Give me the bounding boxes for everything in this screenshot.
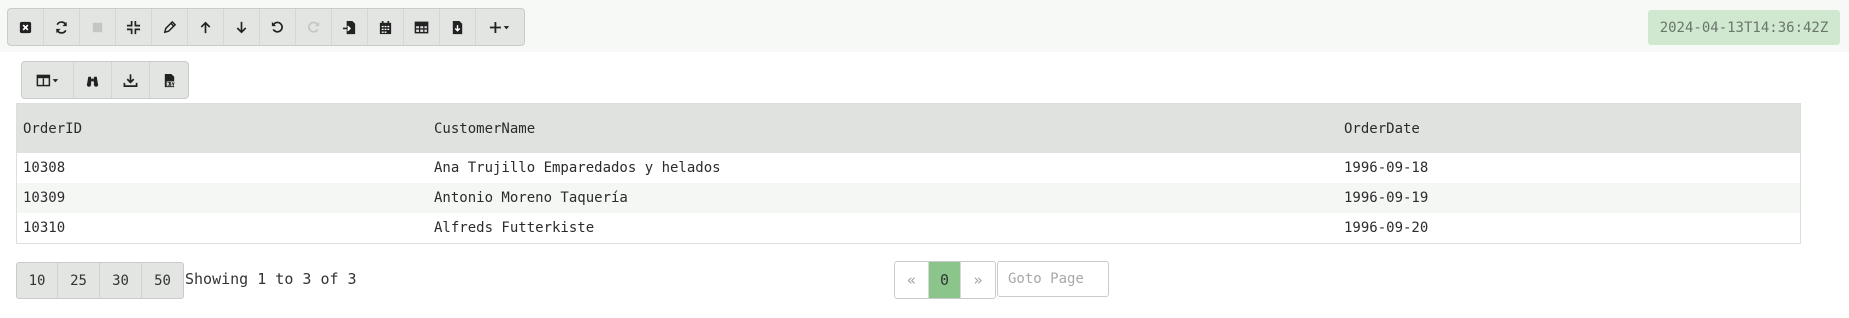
page-size-10-button[interactable]: 10 — [17, 263, 58, 298]
compress-icon — [126, 20, 141, 34]
cell-orderdate[interactable]: 1996-09-18 — [1338, 160, 1800, 176]
cell-customername[interactable]: Ana Trujillo Emparedados y helados — [428, 160, 1338, 176]
columns-menu-button[interactable] — [22, 62, 74, 98]
pencil-icon — [163, 20, 177, 33]
edit-button[interactable] — [152, 9, 188, 45]
column-header-orderdate[interactable]: OrderDate — [1338, 121, 1800, 137]
cell-orderid[interactable]: 10310 — [17, 220, 428, 236]
calendar-button[interactable] — [368, 9, 404, 45]
move-down-button[interactable] — [224, 9, 260, 45]
pagination: « 0 » — [894, 261, 996, 299]
page-size-25-button[interactable]: 25 — [58, 263, 100, 298]
redo-button[interactable] — [296, 9, 332, 45]
cell-customername[interactable]: Antonio Moreno Taquería — [428, 190, 1338, 206]
move-up-button[interactable] — [188, 9, 224, 45]
refresh-icon — [56, 20, 67, 34]
file-download-icon — [452, 20, 463, 34]
table-row[interactable]: 10310 Alfreds Futterkiste 1996-09-20 — [17, 213, 1800, 243]
calendar-icon — [379, 20, 392, 34]
showing-count-text: Showing 1 to 3 of 3 — [185, 270, 357, 288]
redo-icon — [308, 21, 320, 33]
page-size-selector: 10 25 30 50 — [16, 262, 184, 299]
column-header-customername[interactable]: CustomerName — [428, 121, 1338, 137]
table-row[interactable]: 10308 Ana Trujillo Emparedados y helados… — [17, 153, 1800, 183]
stop-button[interactable] — [80, 9, 116, 45]
csv-export-button[interactable] — [150, 62, 188, 98]
table-icon — [414, 21, 429, 33]
arrow-up-icon — [200, 21, 211, 33]
cell-orderid[interactable]: 10309 — [17, 190, 428, 206]
top-bar: 2024-04-13T14:36:42Z — [0, 0, 1849, 52]
import-button[interactable] — [332, 9, 368, 45]
main-toolbar — [7, 8, 525, 46]
table-toolbar — [21, 61, 189, 99]
cell-orderdate[interactable]: 1996-09-19 — [1338, 190, 1800, 206]
page-size-50-button[interactable]: 50 — [142, 263, 183, 298]
prev-page-button[interactable]: « — [895, 262, 929, 298]
table-button[interactable] — [404, 9, 440, 45]
add-dropdown-icon — [489, 21, 510, 33]
add-menu-button[interactable] — [476, 9, 524, 45]
goto-page-input[interactable] — [997, 261, 1109, 297]
undo-button[interactable] — [260, 9, 296, 45]
grid-header-row: OrderID CustomerName OrderDate — [17, 104, 1800, 153]
download-button[interactable] — [112, 62, 150, 98]
current-page-button[interactable]: 0 — [929, 262, 961, 298]
data-grid: OrderID CustomerName OrderDate 10308 Ana… — [16, 103, 1801, 244]
next-page-button[interactable]: » — [961, 262, 995, 298]
cell-orderid[interactable]: 10308 — [17, 160, 428, 176]
download-icon — [123, 73, 138, 87]
close-icon — [19, 21, 32, 33]
find-button[interactable] — [74, 62, 112, 98]
status-timestamp: 2024-04-13T14:36:42Z — [1648, 10, 1840, 45]
cell-customername[interactable]: Alfreds Futterkiste — [428, 220, 1338, 236]
csv-file-icon — [164, 73, 176, 87]
page-size-30-button[interactable]: 30 — [100, 263, 142, 298]
column-header-orderid[interactable]: OrderID — [17, 121, 428, 137]
table-row[interactable]: 10309 Antonio Moreno Taquería 1996-09-19 — [17, 183, 1800, 213]
binoculars-icon — [86, 76, 99, 87]
cell-orderdate[interactable]: 1996-09-20 — [1338, 220, 1800, 236]
import-file-icon — [342, 20, 356, 34]
arrow-down-icon — [236, 21, 247, 33]
close-button[interactable] — [8, 9, 44, 45]
export-file-button[interactable] — [440, 9, 476, 45]
undo-icon — [271, 21, 283, 33]
refresh-button[interactable] — [44, 9, 80, 45]
columns-dropdown-icon — [36, 74, 58, 86]
compress-button[interactable] — [116, 9, 152, 45]
stop-icon — [92, 22, 103, 32]
